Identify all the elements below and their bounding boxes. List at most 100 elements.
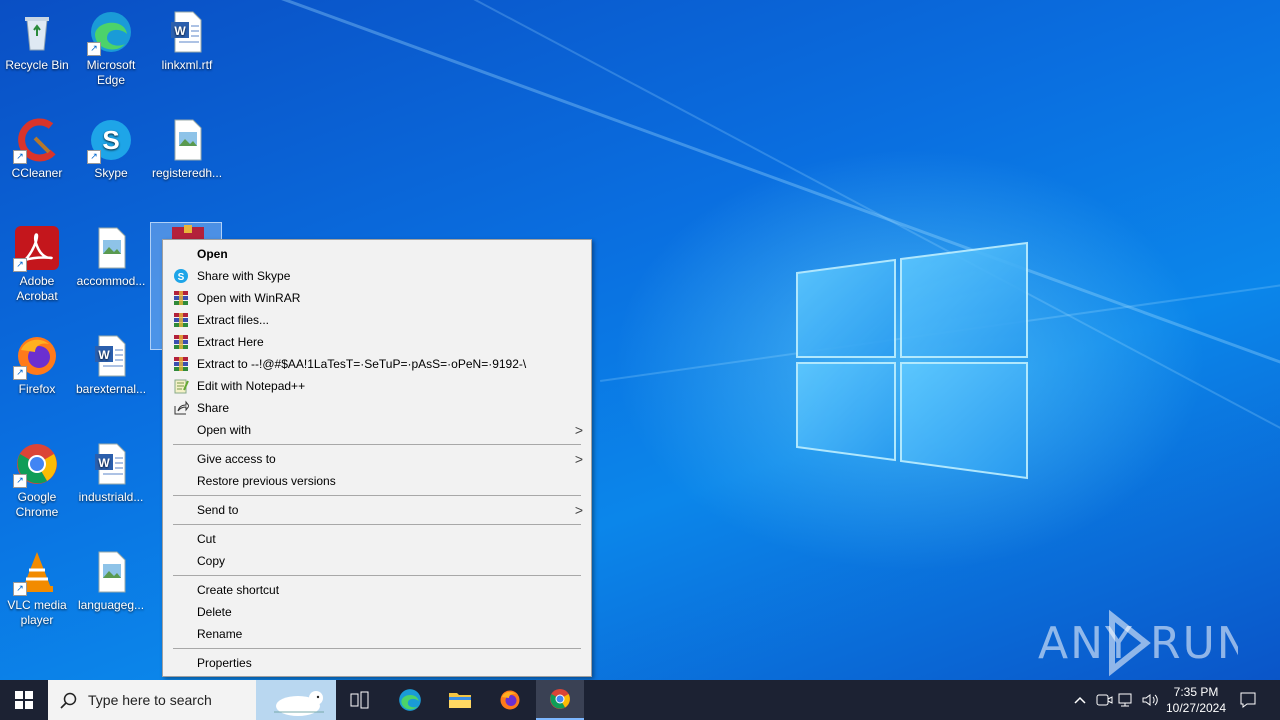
taskbar-clock[interactable]: 7:35 PM 10/27/2024 (1162, 684, 1230, 716)
menu-item-extract-files[interactable]: Extract files... (163, 309, 591, 331)
shortcut-arrow-icon: ↗ (13, 582, 27, 596)
edge-icon (399, 689, 421, 711)
menu-item-edit-with-notepadpp[interactable]: Edit with Notepad++ (163, 375, 591, 397)
clock-time: 7:35 PM (1173, 685, 1219, 699)
vlc-icon: ↗ (13, 548, 61, 596)
desktop-icon-accommod[interactable]: accommod... (76, 224, 146, 289)
chevron-right-icon: > (574, 451, 583, 467)
winrar-icon (174, 291, 188, 305)
image-file-icon (87, 548, 135, 596)
image-file-icon (163, 116, 211, 164)
svg-text:S: S (178, 272, 185, 283)
menu-item-share[interactable]: Share (163, 397, 591, 419)
word-doc-icon: W (87, 332, 135, 380)
chrome-icon: ↗ (13, 440, 61, 488)
desktop-icon-vlc[interactable]: ↗ VLC media player (2, 548, 72, 628)
anyrun-watermark: ANY RUN (1038, 608, 1250, 678)
edge-icon: ↗ (87, 8, 135, 56)
shortcut-arrow-icon: ↗ (87, 42, 101, 56)
menu-item-extract-here[interactable]: Extract Here (163, 331, 591, 353)
menu-separator (173, 444, 581, 445)
svg-text:W: W (174, 24, 186, 38)
desktop-icon-adobe-acrobat[interactable]: ↗ Adobe Acrobat (2, 224, 72, 304)
menu-item-copy[interactable]: Copy (163, 550, 591, 572)
taskbar-search-box[interactable]: Type here to search (48, 680, 336, 720)
search-placeholder: Type here to search (88, 692, 212, 708)
menu-separator (173, 648, 581, 649)
search-icon (60, 692, 77, 709)
shortcut-arrow-icon: ↗ (13, 474, 27, 488)
taskbar: Type here to search 7:35 PM 10/27/2024 (0, 680, 1280, 720)
desktop-icon-firefox[interactable]: ↗ Firefox (2, 332, 72, 397)
svg-text:RUN: RUN (1150, 618, 1238, 669)
file-explorer-icon (449, 693, 471, 708)
taskbar-file-explorer[interactable] (436, 680, 484, 720)
menu-item-properties[interactable]: Properties (163, 652, 591, 674)
word-doc-icon: W (87, 440, 135, 488)
shortcut-arrow-icon: ↗ (13, 366, 27, 380)
chrome-icon (550, 689, 570, 709)
acrobat-icon: ↗ (13, 224, 61, 272)
winrar-icon (174, 335, 188, 349)
winrar-icon (174, 313, 188, 327)
volume-icon[interactable] (1140, 690, 1160, 710)
search-highlight-illustration (256, 680, 336, 720)
chevron-right-icon: > (574, 422, 583, 438)
menu-item-extract-to[interactable]: Extract to --!@#$AA!1LaTesT=·SeTuP=·pAsS… (163, 353, 591, 375)
chevron-right-icon: > (574, 502, 583, 518)
image-file-icon (87, 224, 135, 272)
desktop-icon-industriald[interactable]: W industriald... (76, 440, 146, 505)
task-view-icon (350, 691, 369, 709)
firefox-icon: ↗ (13, 332, 61, 380)
desktop-icon-barexternal[interactable]: W barexternal... (76, 332, 146, 397)
svg-text:S: S (102, 125, 119, 155)
menu-item-give-access-to[interactable]: Give access to > (163, 448, 591, 470)
menu-item-create-shortcut[interactable]: Create shortcut (163, 579, 591, 601)
notepadpp-icon (174, 379, 189, 394)
meet-now-icon[interactable] (1094, 690, 1114, 710)
svg-text:W: W (98, 456, 110, 470)
svg-text:W: W (98, 348, 110, 362)
menu-item-delete[interactable]: Delete (163, 601, 591, 623)
menu-separator (173, 495, 581, 496)
ccleaner-icon: ↗ (13, 116, 61, 164)
firefox-icon (500, 690, 520, 710)
winrar-icon (174, 357, 188, 371)
desktop-icon-registeredh[interactable]: registeredh... (152, 116, 222, 181)
desktop-icon-recycle-bin[interactable]: Recycle Bin (2, 8, 72, 73)
shortcut-arrow-icon: ↗ (13, 150, 27, 164)
context-menu[interactable]: Open S Share with Skype Open with WinRAR… (162, 239, 592, 677)
menu-item-cut[interactable]: Cut (163, 528, 591, 550)
network-icon[interactable] (1117, 690, 1137, 710)
desktop-icon-linkxml[interactable]: W linkxml.rtf (152, 8, 222, 73)
word-doc-icon: W (163, 8, 211, 56)
menu-separator (173, 524, 581, 525)
skype-icon: S (174, 269, 188, 283)
recycle-bin-icon (13, 8, 61, 56)
menu-separator (173, 575, 581, 576)
menu-item-rename[interactable]: Rename (163, 623, 591, 645)
clock-date: 10/27/2024 (1165, 701, 1227, 715)
shortcut-arrow-icon: ↗ (13, 258, 27, 272)
share-icon (174, 400, 189, 415)
desktop-icon-ccleaner[interactable]: ↗ CCleaner (2, 116, 72, 181)
desktop-icon-languageg[interactable]: languageg... (76, 548, 146, 613)
desktop-icon-google-chrome[interactable]: ↗ Google Chrome (2, 440, 72, 520)
menu-item-restore-previous-versions[interactable]: Restore previous versions (163, 470, 591, 492)
menu-item-open-with-winrar[interactable]: Open with WinRAR (163, 287, 591, 309)
menu-item-share-with-skype[interactable]: S Share with Skype (163, 265, 591, 287)
desktop-icon-microsoft-edge[interactable]: ↗ Microsoft Edge (76, 8, 146, 88)
chevron-up-icon[interactable] (1070, 690, 1090, 710)
desktop-icon-skype[interactable]: S ↗ Skype (76, 116, 146, 181)
menu-item-open[interactable]: Open (163, 243, 591, 265)
skype-icon: S ↗ (87, 116, 135, 164)
taskbar-firefox[interactable] (486, 680, 534, 720)
taskbar-edge[interactable] (386, 680, 434, 720)
notifications-icon[interactable] (1238, 690, 1258, 710)
taskbar-chrome[interactable] (536, 680, 584, 720)
menu-item-open-with[interactable]: Open with > (163, 419, 591, 441)
menu-item-send-to[interactable]: Send to > (163, 499, 591, 521)
windows-start-icon (15, 691, 33, 709)
start-button[interactable] (0, 680, 48, 720)
task-view-button[interactable] (336, 680, 384, 720)
